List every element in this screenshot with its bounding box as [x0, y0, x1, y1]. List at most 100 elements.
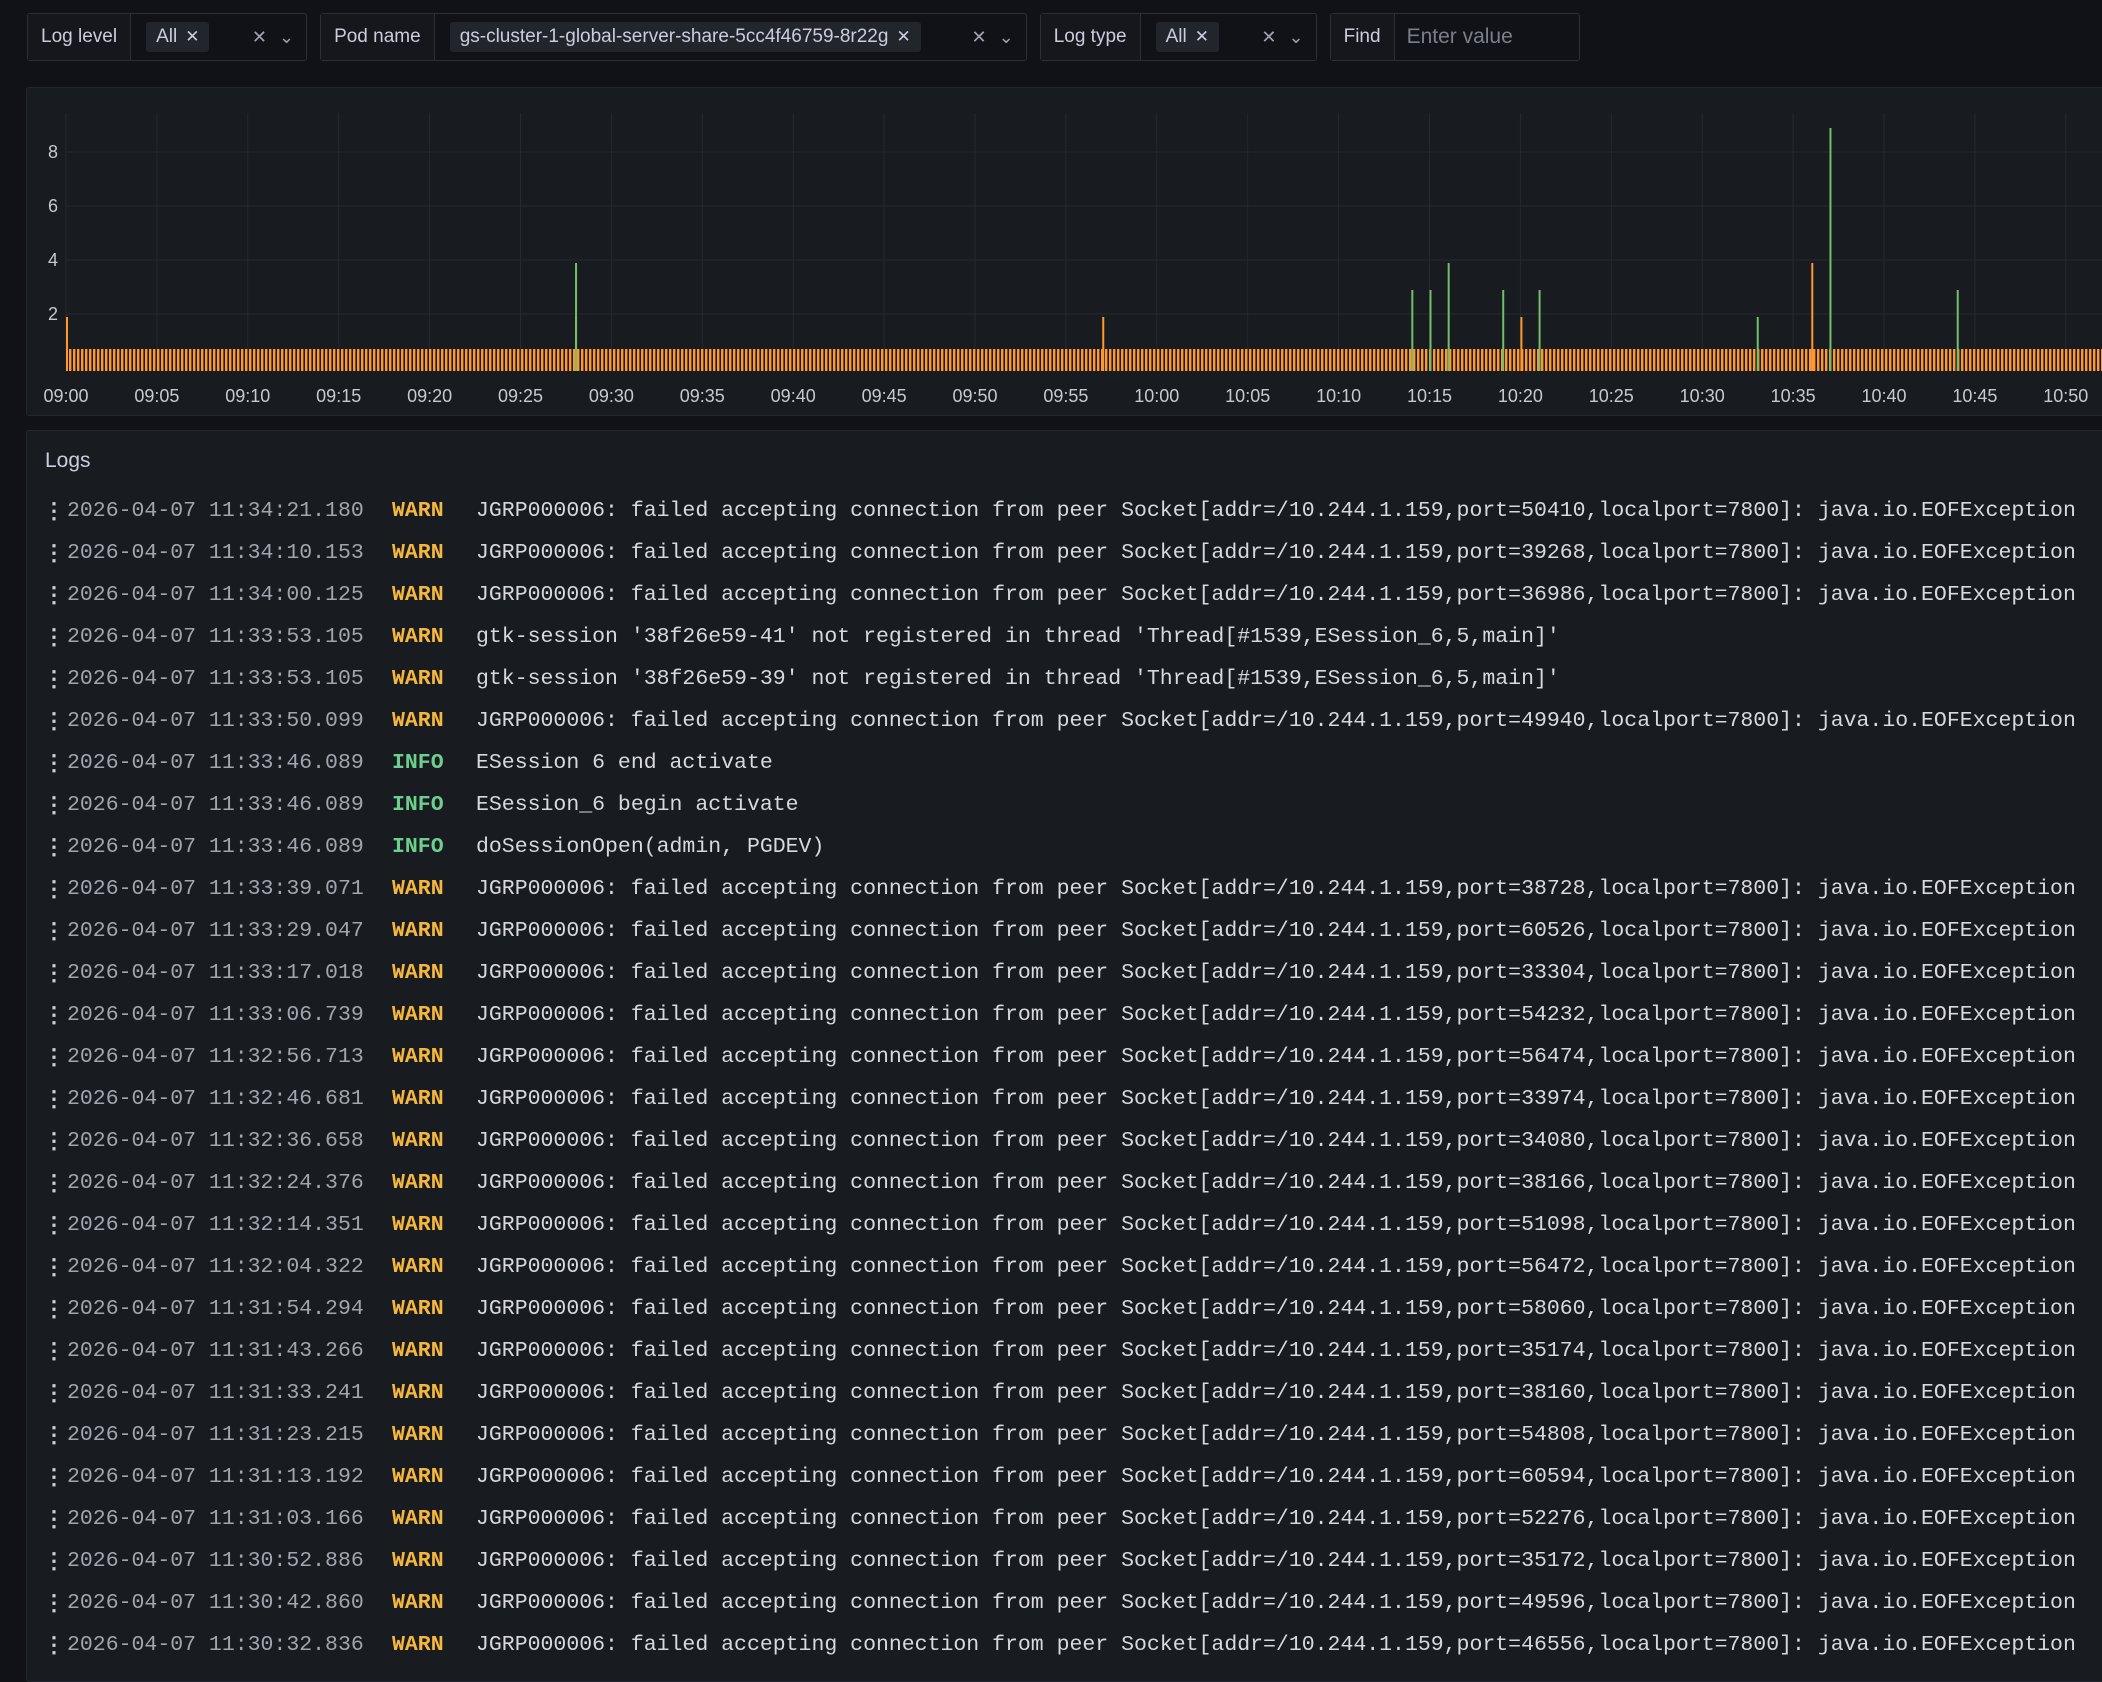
baseline-bar: [493, 349, 496, 371]
row-menu-icon[interactable]: ⋮: [43, 532, 65, 574]
baseline-bar: [1865, 349, 1868, 371]
row-menu-icon[interactable]: ⋮: [43, 1456, 65, 1498]
log-row[interactable]: ⋮ 2026-04-07 11:31:43.266 WARN JGRP000006: …: [43, 1330, 2102, 1372]
log-row[interactable]: ⋮ 2026-04-07 11:32:04.322 WARN JGRP000006: …: [43, 1246, 2102, 1288]
log-row[interactable]: ⋮ 2026-04-07 11:31:54.294 WARN JGRP000006: …: [43, 1288, 2102, 1330]
row-menu-icon[interactable]: ⋮: [43, 1204, 65, 1246]
baseline-bar: [741, 349, 744, 371]
log-row[interactable]: ⋮ 2026-04-07 11:31:03.166 WARN JGRP000006: …: [43, 1498, 2102, 1540]
log-row[interactable]: ⋮ 2026-04-07 11:34:10.153 WARN JGRP000006: …: [43, 532, 2102, 574]
chevron-down-icon[interactable]: ⌄: [1289, 27, 1304, 48]
baseline-bar: [525, 349, 528, 371]
log-row[interactable]: ⋮ 2026-04-07 11:33:53.105 WARN gtk-session …: [43, 616, 2102, 658]
baseline-bar: [1413, 349, 1416, 371]
log-row[interactable]: ⋮ 2026-04-07 11:33:53.105 WARN gtk-session …: [43, 658, 2102, 700]
clear-icon[interactable]: ✕: [252, 27, 267, 48]
spike-bar: [1829, 128, 1832, 371]
log-row[interactable]: ⋮ 2026-04-07 11:30:32.836 WARN JGRP000006: …: [43, 1624, 2102, 1666]
spike-bar: [1811, 263, 1814, 371]
log-row[interactable]: ⋮ 2026-04-07 11:31:23.215 WARN JGRP000006: …: [43, 1414, 2102, 1456]
chevron-down-icon[interactable]: ⌄: [279, 27, 294, 48]
baseline-bar: [1309, 349, 1312, 371]
log-row[interactable]: ⋮ 2026-04-07 11:32:24.376 WARN JGRP000006: …: [43, 1162, 2102, 1204]
row-menu-icon[interactable]: ⋮: [43, 742, 65, 784]
row-menu-icon[interactable]: ⋮: [43, 1330, 65, 1372]
row-menu-icon[interactable]: ⋮: [43, 1288, 65, 1330]
row-menu-icon[interactable]: ⋮: [43, 616, 65, 658]
log-row[interactable]: ⋮ 2026-04-07 11:34:21.180 WARN JGRP000006: …: [43, 490, 2102, 532]
log-row[interactable]: ⋮ 2026-04-07 11:31:13.192 WARN JGRP000006: …: [43, 1456, 2102, 1498]
row-menu-icon[interactable]: ⋮: [43, 910, 65, 952]
row-menu-icon[interactable]: ⋮: [43, 1078, 65, 1120]
row-menu-icon[interactable]: ⋮: [43, 1498, 65, 1540]
baseline-bar: [425, 349, 428, 371]
baseline-bar: [1849, 349, 1852, 371]
row-menu-icon[interactable]: ⋮: [43, 1120, 65, 1162]
baseline-bar: [849, 349, 852, 371]
log-row[interactable]: ⋮ 2026-04-07 11:32:14.351 WARN JGRP000006: …: [43, 1204, 2102, 1246]
log-volume-panel: 09:00 09:05 09:10 09:15 09:20 09:25 09:30 09:35…: [26, 87, 2102, 416]
clear-icon[interactable]: ✕: [972, 27, 987, 48]
log-list: ⋮ 2026-04-07 11:34:21.180 WARN JGRP000006: …: [43, 490, 2102, 1666]
log-timestamp: 2026-04-07 11:31:03.166: [67, 1507, 364, 1531]
row-menu-icon[interactable]: ⋮: [43, 1582, 65, 1624]
baseline-bar: [917, 349, 920, 371]
row-menu-icon[interactable]: ⋮: [43, 1540, 65, 1582]
baseline-bar: [925, 349, 928, 371]
remove-chip-icon[interactable]: ✕: [896, 27, 910, 47]
baseline-bar: [1049, 349, 1052, 371]
row-menu-icon[interactable]: ⋮: [43, 952, 65, 994]
row-menu-icon[interactable]: ⋮: [43, 1414, 65, 1456]
log-volume-chart[interactable]: 09:00 09:05 09:10 09:15 09:20 09:25 09:30 09:35…: [27, 88, 2102, 415]
log-row[interactable]: ⋮ 2026-04-07 11:32:46.681 WARN JGRP000006: …: [43, 1078, 2102, 1120]
chevron-down-icon[interactable]: ⌄: [999, 27, 1014, 48]
log-type-select[interactable]: All ✕ ✕ ⌄: [1141, 14, 1316, 60]
baseline-bar: [581, 349, 584, 371]
baseline-bar: [305, 349, 308, 371]
log-row[interactable]: ⋮ 2026-04-07 11:33:29.047 WARN JGRP000006: …: [43, 910, 2102, 952]
log-row[interactable]: ⋮ 2026-04-07 11:32:56.713 WARN JGRP000006: …: [43, 1036, 2102, 1078]
baseline-bar: [357, 349, 360, 371]
remove-chip-icon[interactable]: ✕: [1195, 27, 1209, 47]
log-row[interactable]: ⋮ 2026-04-07 11:33:17.018 WARN JGRP000006: …: [43, 952, 2102, 994]
row-menu-icon[interactable]: ⋮: [43, 1162, 65, 1204]
baseline-bar: [1185, 349, 1188, 371]
log-row[interactable]: ⋮ 2026-04-07 11:33:46.089 INFO ESession 6 e…: [43, 742, 2102, 784]
row-menu-icon[interactable]: ⋮: [43, 994, 65, 1036]
log-row[interactable]: ⋮ 2026-04-07 11:33:50.099 WARN JGRP000006: …: [43, 700, 2102, 742]
log-row[interactable]: ⋮ 2026-04-07 11:33:46.089 INFO doSessionOpe…: [43, 826, 2102, 868]
log-row[interactable]: ⋮ 2026-04-07 11:33:46.089 INFO ESession_6 b…: [43, 784, 2102, 826]
log-row[interactable]: ⋮ 2026-04-07 11:32:36.658 WARN JGRP000006: …: [43, 1120, 2102, 1162]
row-menu-icon[interactable]: ⋮: [43, 658, 65, 700]
log-level-select[interactable]: All ✕ ✕ ⌄: [131, 14, 306, 60]
log-row[interactable]: ⋮ 2026-04-07 11:33:06.739 WARN JGRP000006: …: [43, 994, 2102, 1036]
baseline-bar: [901, 349, 904, 371]
row-menu-icon[interactable]: ⋮: [43, 700, 65, 742]
log-row[interactable]: ⋮ 2026-04-07 11:33:39.071 WARN JGRP000006: …: [43, 868, 2102, 910]
baseline-bar: [1569, 349, 1572, 371]
row-menu-icon[interactable]: ⋮: [43, 1624, 65, 1666]
row-menu-icon[interactable]: ⋮: [43, 784, 65, 826]
log-row[interactable]: ⋮ 2026-04-07 11:31:33.241 WARN JGRP000006: …: [43, 1372, 2102, 1414]
baseline-bar: [1133, 349, 1136, 371]
row-menu-icon[interactable]: ⋮: [43, 826, 65, 868]
row-menu-icon[interactable]: ⋮: [43, 1372, 65, 1414]
baseline-bar: [389, 349, 392, 371]
row-menu-icon[interactable]: ⋮: [43, 1246, 65, 1288]
row-menu-icon[interactable]: ⋮: [43, 574, 65, 616]
clear-icon[interactable]: ✕: [1261, 27, 1276, 48]
row-menu-icon[interactable]: ⋮: [43, 868, 65, 910]
log-row[interactable]: ⋮ 2026-04-07 11:30:42.860 WARN JGRP000006: …: [43, 1582, 2102, 1624]
baseline-bar: [729, 349, 732, 371]
log-message: JGRP000006: failed accepting connection …: [476, 961, 2076, 985]
baseline-bar: [281, 349, 284, 371]
log-row[interactable]: ⋮ 2026-04-07 11:30:52.886 WARN JGRP000006: …: [43, 1540, 2102, 1582]
log-row[interactable]: ⋮ 2026-04-07 11:34:00.125 WARN JGRP000006: …: [43, 574, 2102, 616]
row-menu-icon[interactable]: ⋮: [43, 490, 65, 532]
pod-name-select[interactable]: gs-cluster-1-global-server-share-5cc4f46…: [435, 14, 1026, 60]
log-message: JGRP000006: failed accepting connection …: [476, 1297, 2076, 1321]
baseline-bar: [845, 349, 848, 371]
remove-chip-icon[interactable]: ✕: [185, 27, 199, 47]
row-menu-icon[interactable]: ⋮: [43, 1036, 65, 1078]
find-input[interactable]: [1394, 14, 1579, 60]
